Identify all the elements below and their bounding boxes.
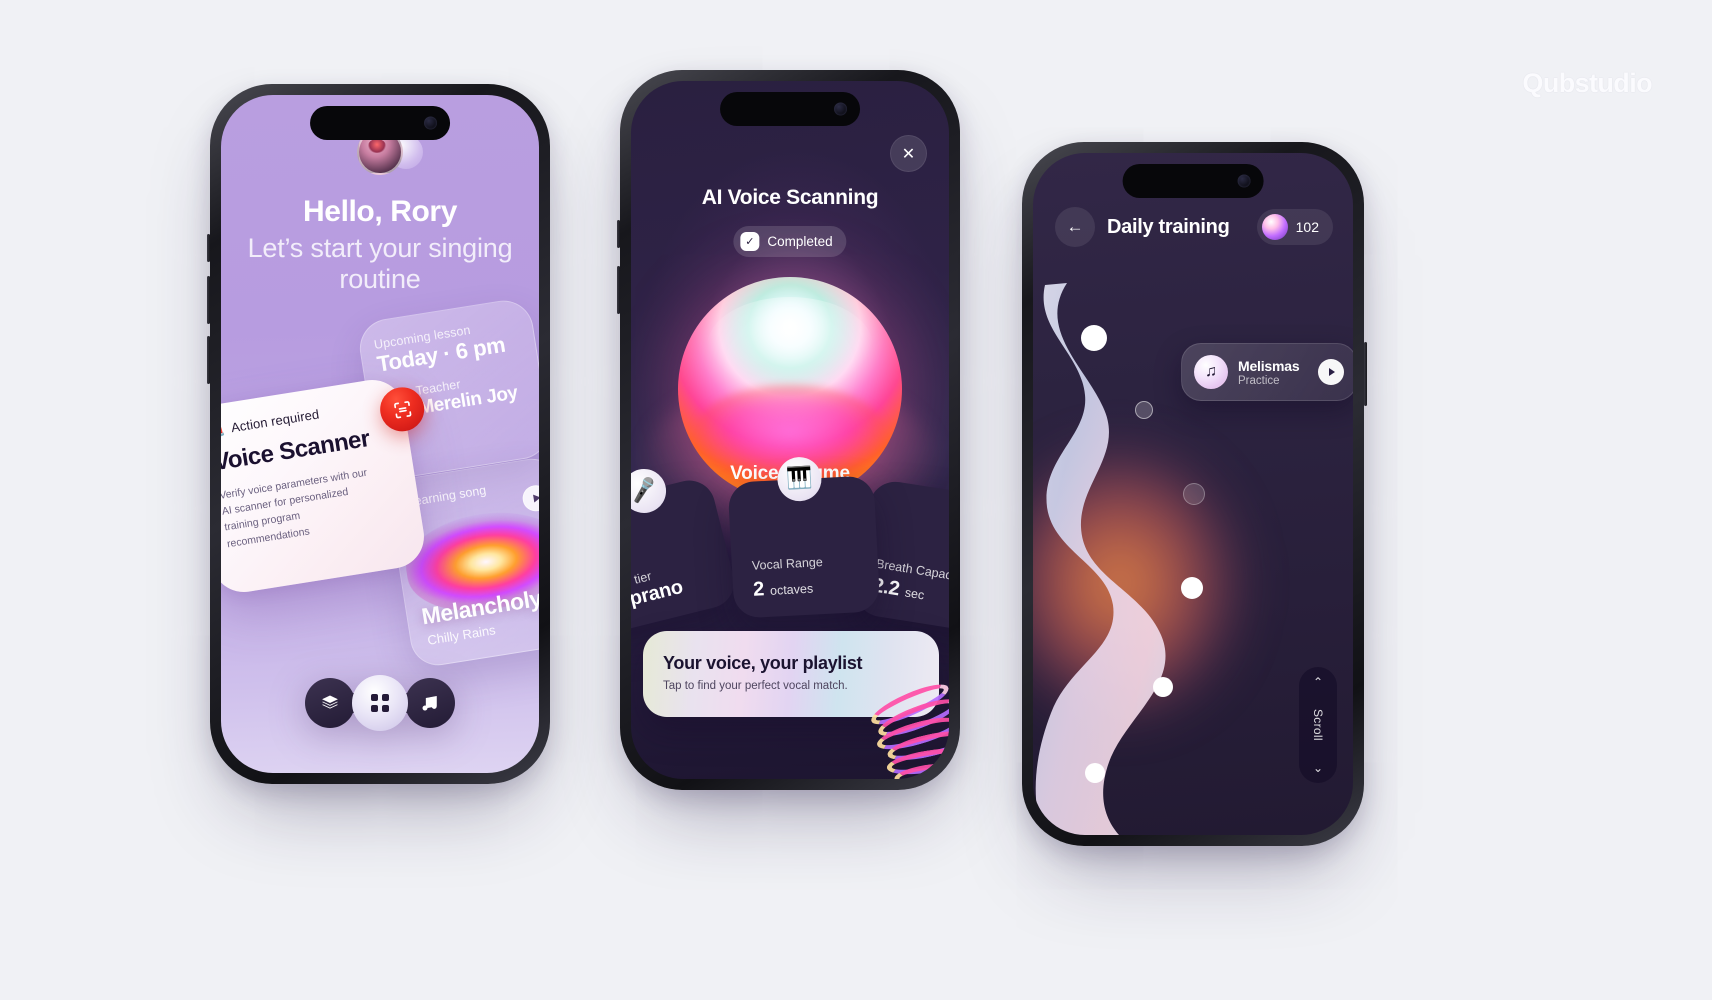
sidebar-item-music[interactable] [405, 678, 455, 728]
greeting-block: Hello, Rory Let’s start your singing rou… [221, 195, 539, 296]
phone1-screen: Hello, Rory Let’s start your singing rou… [221, 95, 539, 773]
points-value: 102 [1295, 219, 1319, 235]
greeting-subtitle: Let’s start your singing routine [247, 232, 513, 295]
phone2-volume-down [617, 266, 620, 314]
action-required-label: Action required [229, 406, 321, 436]
playlist-title: Your voice, your playlist [663, 653, 863, 673]
page-title: Daily training [1107, 215, 1230, 238]
showcase-canvas: Qubstudio Hello, Rory Let’s start your s… [0, 0, 1712, 1000]
stat-unit: octaves [769, 581, 814, 598]
alarm-bell-icon: 🚨 [221, 421, 227, 439]
path-node-5[interactable] [1153, 677, 1173, 697]
phone1-volume-down [207, 276, 210, 324]
music-note-icon [422, 696, 437, 711]
music-notes-icon: ♫ [1194, 355, 1228, 389]
path-node-1[interactable] [1081, 325, 1107, 351]
sidebar-item-dashboard[interactable] [352, 675, 408, 731]
training-header: ← Daily training 102 [1055, 207, 1333, 247]
stat-card-vocal-range[interactable]: 🎹 Vocal Range 2 octaves [727, 456, 881, 619]
phone-mockup-home: Hello, Rory Let’s start your singing rou… [207, 84, 550, 784]
stat-unit: sec [903, 585, 926, 603]
phone3-dynamic-island [1122, 164, 1264, 198]
path-node-3[interactable] [1183, 483, 1205, 505]
phone1-volume-up [207, 234, 210, 262]
gem-icon [1261, 214, 1288, 240]
layers-icon [322, 695, 338, 709]
stat-value: 2 [752, 578, 765, 601]
greeting-title: Hello, Rory [303, 195, 457, 228]
bottom-navigation [305, 675, 455, 731]
phone2-dynamic-island [720, 92, 860, 126]
play-icon[interactable] [1318, 359, 1344, 385]
back-arrow-icon[interactable]: ← [1055, 207, 1095, 247]
phone1-dynamic-island [310, 106, 450, 140]
path-node-2[interactable] [1135, 401, 1153, 419]
playlist-subtitle: Tap to find your perfect vocal match. [663, 680, 848, 692]
play-icon[interactable] [520, 483, 539, 514]
close-icon[interactable]: ✕ [890, 135, 927, 172]
phone2-volume-up [617, 220, 620, 248]
phone3-power-button [1364, 342, 1367, 406]
chevron-down-icon[interactable]: ⌄ [1313, 762, 1323, 774]
lesson-title: Melismas [1238, 357, 1300, 374]
phone2-screen: ✕ AI Voice Scanning ✓ Completed Voice re… [631, 81, 949, 779]
stat-label: Vocal Range [751, 555, 824, 573]
lesson-card-melismas[interactable]: ♫ Melismas Practice [1181, 343, 1353, 401]
voice-scanner-card[interactable]: 🚨 Action required Voice Scanner Verify v… [221, 375, 429, 597]
check-icon: ✓ [740, 232, 760, 251]
chevron-up-icon[interactable]: ⌃ [1313, 676, 1323, 688]
scanner-description: Verify voice parameters with our AI scan… [221, 466, 368, 551]
grid-icon [371, 694, 389, 712]
points-badge[interactable]: 102 [1256, 209, 1333, 245]
scroll-control[interactable]: ⌃ Scroll ⌄ [1299, 667, 1337, 783]
sidebar-item-library[interactable] [305, 678, 355, 728]
phone3-screen: ← Daily training 102 ♫ Melismas Practice… [1033, 153, 1353, 835]
phone-mockup-scanning: ✕ AI Voice Scanning ✓ Completed Voice re… [617, 70, 960, 790]
brand-logo: Qubstudio [1522, 68, 1652, 98]
status-label: Completed [767, 234, 833, 249]
path-node-6[interactable] [1085, 763, 1105, 783]
scroll-label: Scroll [1311, 709, 1325, 741]
status-badge: ✓ Completed [733, 226, 847, 257]
phone-mockup-training: ← Daily training 102 ♫ Melismas Practice… [1022, 142, 1367, 846]
lesson-subtitle: Practice [1238, 374, 1280, 387]
path-node-4[interactable] [1181, 577, 1203, 599]
page-title: AI Voice Scanning [701, 186, 879, 209]
phone1-silent-switch [207, 336, 210, 384]
